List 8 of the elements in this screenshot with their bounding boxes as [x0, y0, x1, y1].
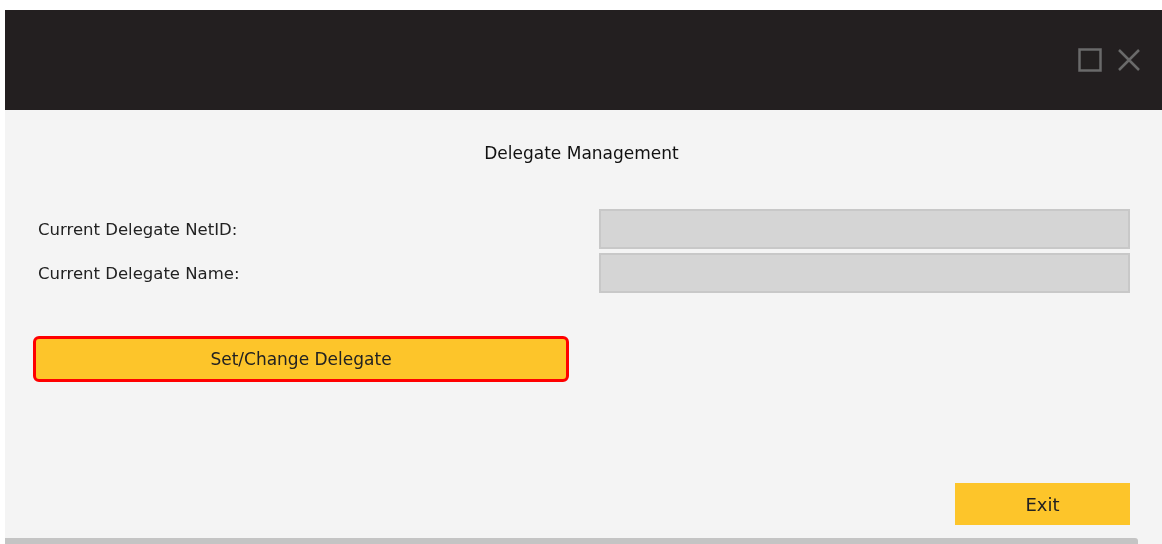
- field-label: Current Delegate Name:: [37, 263, 240, 283]
- maximize-icon[interactable]: [1078, 48, 1102, 72]
- set-delegate-button[interactable]: Set/Change Delegate: [33, 336, 569, 382]
- dialog-title: Delegate Management: [484, 143, 679, 163]
- close-icon[interactable]: [1118, 49, 1140, 71]
- exit-button[interactable]: Exit: [955, 483, 1130, 525]
- field-label: Current Delegate NetID:: [37, 219, 238, 239]
- scrollbar[interactable]: [5, 538, 1138, 544]
